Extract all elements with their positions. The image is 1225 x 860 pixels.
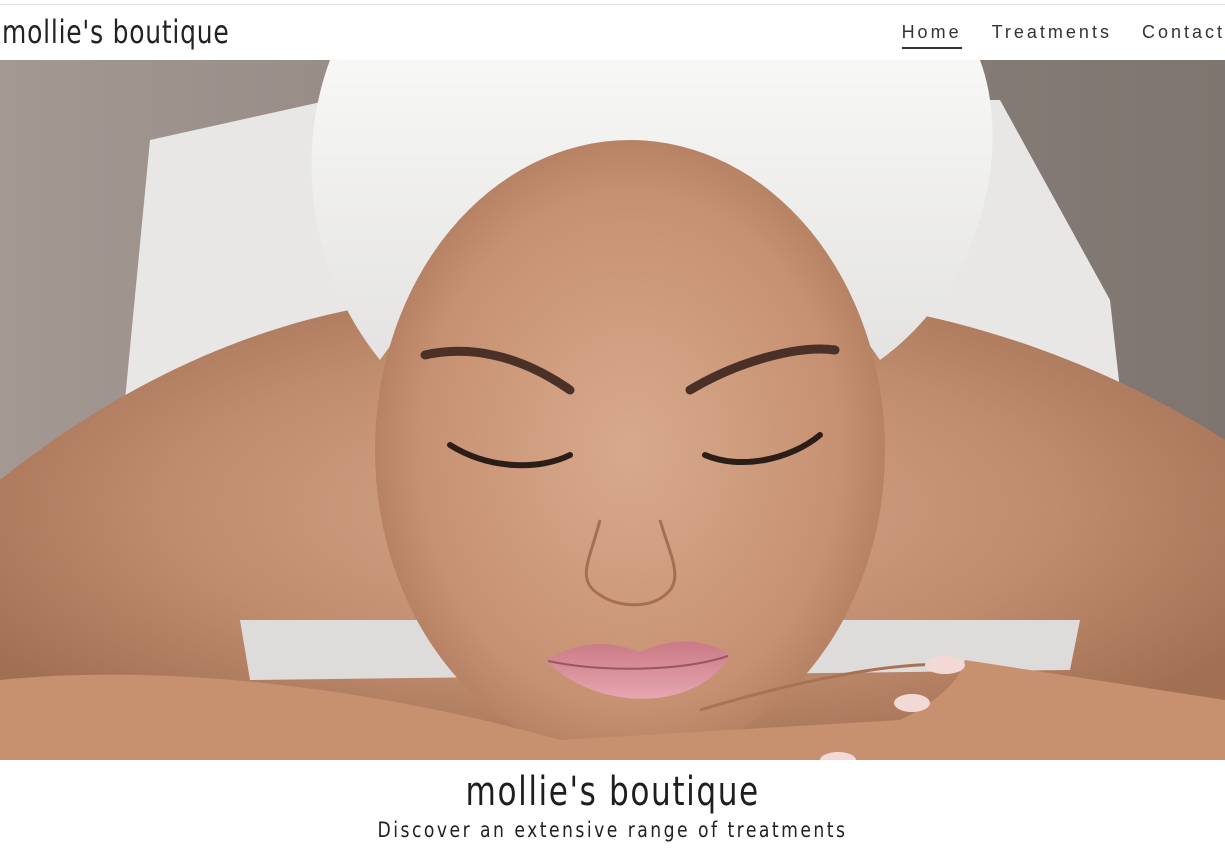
nav-home-link[interactable]: Home bbox=[901, 19, 962, 49]
hero-caption: mollie's boutique Discover an extensive … bbox=[0, 760, 1225, 860]
caption-subtitle: Discover an extensive range of treatment… bbox=[377, 818, 848, 842]
caption-title: mollie's boutique bbox=[465, 769, 760, 815]
site-header: mollie's boutique Home Treatments Contac… bbox=[0, 5, 1225, 60]
site-title[interactable]: mollie's boutique bbox=[2, 10, 229, 54]
nav-treatments-link[interactable]: Treatments bbox=[992, 19, 1112, 49]
nav-contact-link[interactable]: Contact bbox=[1142, 19, 1225, 49]
hero-image bbox=[0, 60, 1225, 760]
main-nav: Home Treatments Contact bbox=[901, 19, 1225, 49]
hero-photo-illustration bbox=[0, 60, 1225, 760]
